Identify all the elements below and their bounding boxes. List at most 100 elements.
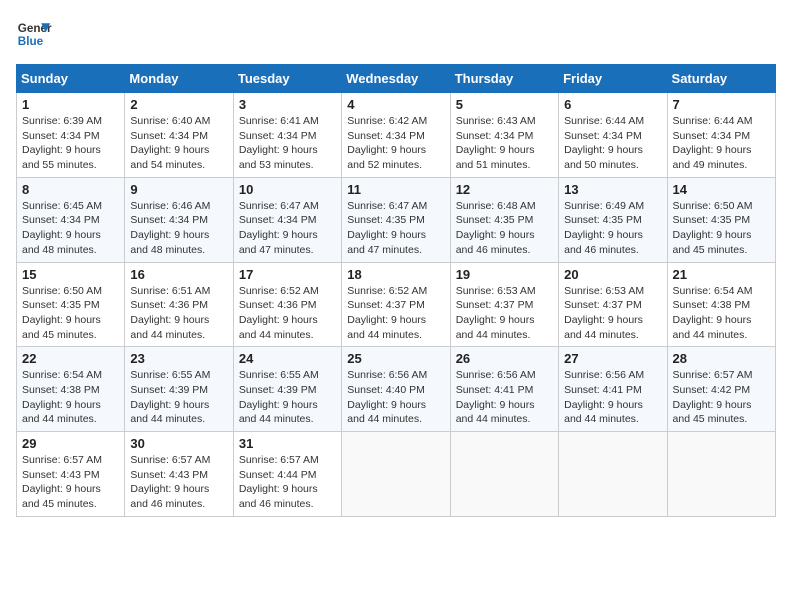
- calendar-cell: 9 Sunrise: 6:46 AMSunset: 4:34 PMDayligh…: [125, 177, 233, 262]
- svg-text:Blue: Blue: [18, 35, 44, 48]
- day-detail: Sunrise: 6:55 AMSunset: 4:39 PMDaylight:…: [130, 368, 227, 427]
- day-detail: Sunrise: 6:52 AMSunset: 4:36 PMDaylight:…: [239, 284, 336, 343]
- calendar-cell: 18 Sunrise: 6:52 AMSunset: 4:37 PMDaylig…: [342, 262, 450, 347]
- calendar-cell: 2 Sunrise: 6:40 AMSunset: 4:34 PMDayligh…: [125, 93, 233, 178]
- weekday-header: Saturday: [667, 65, 775, 93]
- calendar-cell: 24 Sunrise: 6:55 AMSunset: 4:39 PMDaylig…: [233, 347, 341, 432]
- day-detail: Sunrise: 6:47 AMSunset: 4:34 PMDaylight:…: [239, 199, 336, 258]
- calendar-cell: 11 Sunrise: 6:47 AMSunset: 4:35 PMDaylig…: [342, 177, 450, 262]
- day-number: 21: [673, 267, 770, 282]
- day-number: 27: [564, 351, 661, 366]
- calendar-cell: 21 Sunrise: 6:54 AMSunset: 4:38 PMDaylig…: [667, 262, 775, 347]
- day-detail: Sunrise: 6:49 AMSunset: 4:35 PMDaylight:…: [564, 199, 661, 258]
- day-number: 6: [564, 97, 661, 112]
- day-number: 30: [130, 436, 227, 451]
- calendar-cell: 16 Sunrise: 6:51 AMSunset: 4:36 PMDaylig…: [125, 262, 233, 347]
- calendar-cell: 1 Sunrise: 6:39 AMSunset: 4:34 PMDayligh…: [17, 93, 125, 178]
- day-detail: Sunrise: 6:57 AMSunset: 4:42 PMDaylight:…: [673, 368, 770, 427]
- calendar-cell: 4 Sunrise: 6:42 AMSunset: 4:34 PMDayligh…: [342, 93, 450, 178]
- day-number: 26: [456, 351, 553, 366]
- day-number: 16: [130, 267, 227, 282]
- calendar-cell: 28 Sunrise: 6:57 AMSunset: 4:42 PMDaylig…: [667, 347, 775, 432]
- calendar-cell: 19 Sunrise: 6:53 AMSunset: 4:37 PMDaylig…: [450, 262, 558, 347]
- calendar-cell: 7 Sunrise: 6:44 AMSunset: 4:34 PMDayligh…: [667, 93, 775, 178]
- logo: General Blue: [16, 16, 52, 52]
- day-number: 18: [347, 267, 444, 282]
- day-number: 28: [673, 351, 770, 366]
- weekday-header: Wednesday: [342, 65, 450, 93]
- day-detail: Sunrise: 6:57 AMSunset: 4:44 PMDaylight:…: [239, 453, 336, 512]
- day-detail: Sunrise: 6:51 AMSunset: 4:36 PMDaylight:…: [130, 284, 227, 343]
- weekday-header: Friday: [559, 65, 667, 93]
- day-number: 10: [239, 182, 336, 197]
- calendar-cell: 12 Sunrise: 6:48 AMSunset: 4:35 PMDaylig…: [450, 177, 558, 262]
- day-number: 25: [347, 351, 444, 366]
- calendar-cell: [342, 432, 450, 517]
- day-number: 17: [239, 267, 336, 282]
- calendar-cell: 3 Sunrise: 6:41 AMSunset: 4:34 PMDayligh…: [233, 93, 341, 178]
- day-number: 19: [456, 267, 553, 282]
- page-header: General Blue: [16, 16, 776, 52]
- calendar-cell: 22 Sunrise: 6:54 AMSunset: 4:38 PMDaylig…: [17, 347, 125, 432]
- day-number: 5: [456, 97, 553, 112]
- day-number: 7: [673, 97, 770, 112]
- day-number: 11: [347, 182, 444, 197]
- day-number: 4: [347, 97, 444, 112]
- calendar-cell: 5 Sunrise: 6:43 AMSunset: 4:34 PMDayligh…: [450, 93, 558, 178]
- day-detail: Sunrise: 6:45 AMSunset: 4:34 PMDaylight:…: [22, 199, 119, 258]
- day-detail: Sunrise: 6:56 AMSunset: 4:41 PMDaylight:…: [456, 368, 553, 427]
- calendar-cell: 8 Sunrise: 6:45 AMSunset: 4:34 PMDayligh…: [17, 177, 125, 262]
- day-detail: Sunrise: 6:56 AMSunset: 4:41 PMDaylight:…: [564, 368, 661, 427]
- day-detail: Sunrise: 6:41 AMSunset: 4:34 PMDaylight:…: [239, 114, 336, 173]
- calendar-cell: 23 Sunrise: 6:55 AMSunset: 4:39 PMDaylig…: [125, 347, 233, 432]
- day-number: 8: [22, 182, 119, 197]
- calendar-cell: 31 Sunrise: 6:57 AMSunset: 4:44 PMDaylig…: [233, 432, 341, 517]
- day-detail: Sunrise: 6:52 AMSunset: 4:37 PMDaylight:…: [347, 284, 444, 343]
- day-number: 9: [130, 182, 227, 197]
- calendar-table: SundayMondayTuesdayWednesdayThursdayFrid…: [16, 64, 776, 517]
- calendar-cell: 10 Sunrise: 6:47 AMSunset: 4:34 PMDaylig…: [233, 177, 341, 262]
- day-detail: Sunrise: 6:55 AMSunset: 4:39 PMDaylight:…: [239, 368, 336, 427]
- day-detail: Sunrise: 6:40 AMSunset: 4:34 PMDaylight:…: [130, 114, 227, 173]
- day-number: 29: [22, 436, 119, 451]
- calendar-cell: 6 Sunrise: 6:44 AMSunset: 4:34 PMDayligh…: [559, 93, 667, 178]
- day-number: 14: [673, 182, 770, 197]
- weekday-header: Monday: [125, 65, 233, 93]
- day-detail: Sunrise: 6:42 AMSunset: 4:34 PMDaylight:…: [347, 114, 444, 173]
- day-detail: Sunrise: 6:53 AMSunset: 4:37 PMDaylight:…: [456, 284, 553, 343]
- calendar-cell: [559, 432, 667, 517]
- day-detail: Sunrise: 6:56 AMSunset: 4:40 PMDaylight:…: [347, 368, 444, 427]
- logo-icon: General Blue: [16, 16, 52, 52]
- day-detail: Sunrise: 6:47 AMSunset: 4:35 PMDaylight:…: [347, 199, 444, 258]
- calendar-cell: 14 Sunrise: 6:50 AMSunset: 4:35 PMDaylig…: [667, 177, 775, 262]
- day-detail: Sunrise: 6:46 AMSunset: 4:34 PMDaylight:…: [130, 199, 227, 258]
- calendar-cell: 30 Sunrise: 6:57 AMSunset: 4:43 PMDaylig…: [125, 432, 233, 517]
- day-detail: Sunrise: 6:53 AMSunset: 4:37 PMDaylight:…: [564, 284, 661, 343]
- weekday-header: Thursday: [450, 65, 558, 93]
- day-detail: Sunrise: 6:50 AMSunset: 4:35 PMDaylight:…: [22, 284, 119, 343]
- day-detail: Sunrise: 6:39 AMSunset: 4:34 PMDaylight:…: [22, 114, 119, 173]
- day-number: 20: [564, 267, 661, 282]
- calendar-cell: 27 Sunrise: 6:56 AMSunset: 4:41 PMDaylig…: [559, 347, 667, 432]
- calendar-cell: 26 Sunrise: 6:56 AMSunset: 4:41 PMDaylig…: [450, 347, 558, 432]
- day-detail: Sunrise: 6:54 AMSunset: 4:38 PMDaylight:…: [673, 284, 770, 343]
- calendar-cell: 17 Sunrise: 6:52 AMSunset: 4:36 PMDaylig…: [233, 262, 341, 347]
- day-number: 24: [239, 351, 336, 366]
- calendar-cell: [450, 432, 558, 517]
- day-detail: Sunrise: 6:57 AMSunset: 4:43 PMDaylight:…: [22, 453, 119, 512]
- day-number: 12: [456, 182, 553, 197]
- calendar-cell: 15 Sunrise: 6:50 AMSunset: 4:35 PMDaylig…: [17, 262, 125, 347]
- day-number: 1: [22, 97, 119, 112]
- weekday-header: Tuesday: [233, 65, 341, 93]
- day-detail: Sunrise: 6:44 AMSunset: 4:34 PMDaylight:…: [673, 114, 770, 173]
- day-number: 3: [239, 97, 336, 112]
- calendar-cell: 25 Sunrise: 6:56 AMSunset: 4:40 PMDaylig…: [342, 347, 450, 432]
- calendar-cell: 13 Sunrise: 6:49 AMSunset: 4:35 PMDaylig…: [559, 177, 667, 262]
- calendar-cell: 29 Sunrise: 6:57 AMSunset: 4:43 PMDaylig…: [17, 432, 125, 517]
- day-number: 31: [239, 436, 336, 451]
- day-number: 22: [22, 351, 119, 366]
- calendar-cell: [667, 432, 775, 517]
- day-number: 2: [130, 97, 227, 112]
- day-number: 23: [130, 351, 227, 366]
- weekday-header: Sunday: [17, 65, 125, 93]
